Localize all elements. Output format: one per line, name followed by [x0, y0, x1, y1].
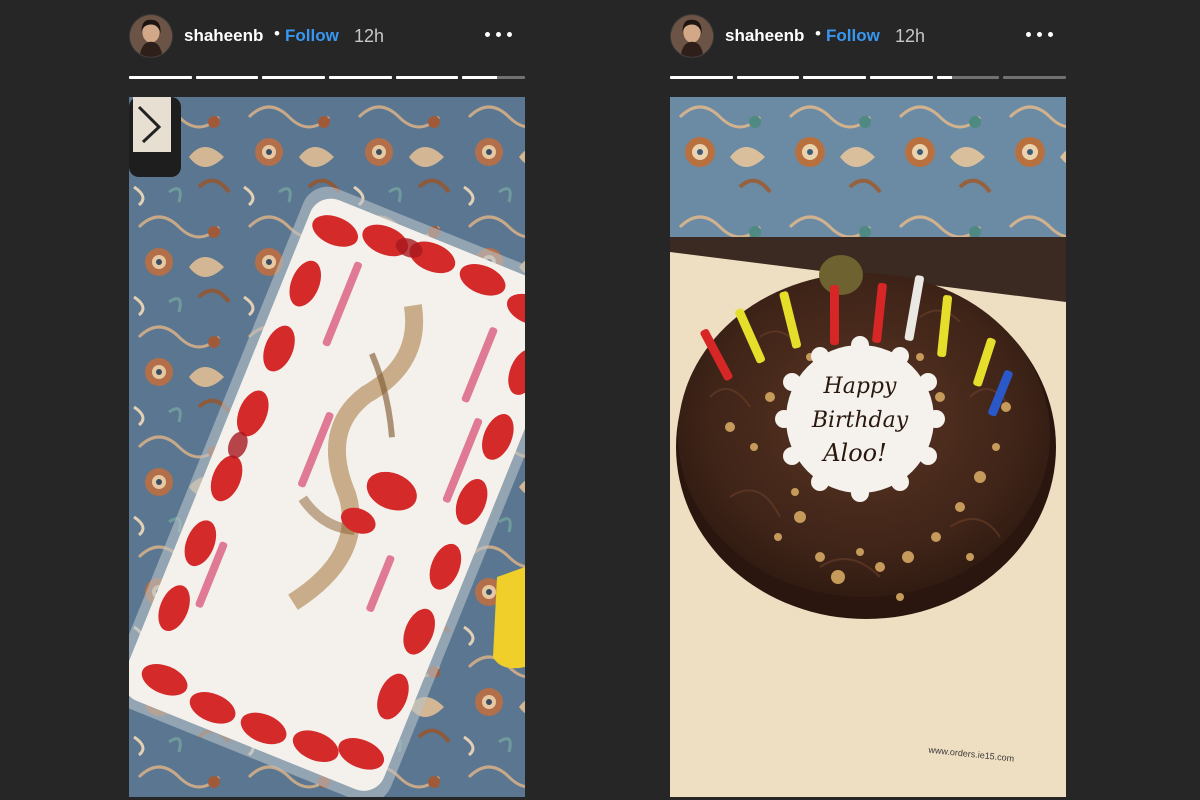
follow-button[interactable]: Follow: [285, 26, 339, 46]
avatar[interactable]: [670, 14, 714, 58]
plaque-text: Happy: [823, 374, 897, 399]
progress-fill: [395, 76, 459, 79]
story-image[interactable]: [129, 97, 525, 797]
plaque-text: Aloo!: [821, 439, 887, 467]
progress-segment: [395, 76, 459, 79]
username[interactable]: shaheenb: [184, 26, 263, 46]
story-left[interactable]: shaheenb • Follow 12h: [129, 0, 526, 800]
progress-segment: [936, 76, 1000, 79]
timestamp: 12h: [354, 26, 385, 46]
more-options-icon[interactable]: [485, 28, 515, 42]
progress-fill: [936, 76, 953, 79]
more-options-icon[interactable]: [1026, 28, 1056, 42]
follow-button[interactable]: Follow: [826, 26, 880, 46]
story-image[interactable]: www.orders.ie15.com Happy Birthday Aloo!: [670, 97, 1066, 797]
story-progress-bar: [670, 76, 1067, 80]
progress-fill: [870, 76, 933, 79]
timestamp: 12h: [895, 26, 926, 46]
progress-segment: [195, 76, 259, 79]
separator-dot: •: [274, 24, 280, 43]
progress-segment: [1003, 76, 1067, 79]
story-header: shaheenb • Follow 12h: [670, 12, 1066, 58]
progress-fill: [803, 76, 867, 79]
story-progress-bar: [129, 76, 526, 80]
progress-segment: [870, 76, 933, 79]
progress-fill: [195, 76, 259, 79]
progress-segment: [736, 76, 800, 79]
progress-fill: [262, 76, 326, 79]
progress-fill: [736, 76, 800, 79]
progress-segment: [262, 76, 326, 79]
username[interactable]: shaheenb: [725, 26, 804, 46]
chocolate-cake-photo: www.orders.ie15.com Happy Birthday Aloo!: [670, 97, 1066, 797]
progress-fill: [129, 76, 192, 79]
strawberry-cake-photo: [129, 97, 525, 797]
progress-fill: [329, 76, 392, 79]
progress-fill: [462, 76, 497, 79]
progress-segment: [670, 76, 733, 79]
plaque-text: Birthday: [811, 408, 909, 433]
story-right[interactable]: shaheenb • Follow 12h www.orders.ie15.co…: [670, 0, 1067, 800]
progress-segment: [803, 76, 867, 79]
separator-dot: •: [815, 24, 821, 43]
story-header: shaheenb • Follow 12h: [129, 12, 525, 58]
avatar[interactable]: [129, 14, 173, 58]
progress-fill: [670, 76, 733, 79]
progress-segment: [329, 76, 392, 79]
progress-segment: [129, 76, 192, 79]
progress-segment: [462, 76, 526, 79]
